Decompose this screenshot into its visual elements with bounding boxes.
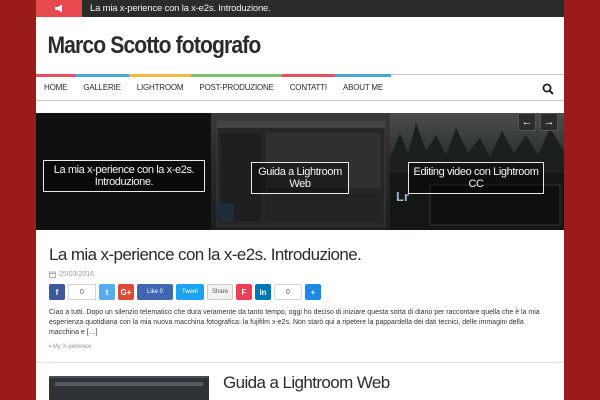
nav-item-contatti[interactable]: CONTATTI [281, 74, 335, 100]
slide-caption[interactable]: La mia x-perience con la x-e2s. Introduz… [43, 160, 205, 192]
post-title[interactable]: La mia x-perience con la x-e2s. Introduz… [49, 245, 554, 265]
more-share-icon[interactable]: + [305, 284, 321, 300]
nav-item-label: HOME [44, 83, 68, 92]
divider [36, 362, 564, 363]
post-category: ▪ My X-perience [49, 344, 554, 350]
slide-caption[interactable]: Guida a Lightroom Web [251, 162, 349, 194]
nav-item-label: POST-PRODUZIONE [199, 83, 274, 92]
next-arrow-icon[interactable]: → [540, 113, 558, 131]
nav-item-gallerie[interactable]: GALLERIE [75, 74, 129, 100]
prev-arrow-icon[interactable]: ← [518, 113, 536, 131]
news-ticker[interactable]: La mia x-perience con la x-e2s. Introduz… [90, 3, 271, 14]
nav-item-about-me[interactable]: ABOUT ME [334, 74, 391, 100]
linkedin-share-count: 0 [274, 284, 302, 300]
share-bar: f 0 t G+ Like 0 Tweet Share F in 0 + [49, 284, 554, 300]
site-title[interactable]: Marco Scotto fotografo [36, 17, 501, 74]
post-thumbnail[interactable] [49, 376, 209, 400]
post-article: La mia x-perience con la x-e2s. Introduz… [49, 245, 554, 350]
nav-item-home[interactable]: HOME [36, 74, 76, 100]
nav-item-label: GALLERIE [83, 83, 121, 92]
twitter-share-icon[interactable]: t [99, 284, 115, 300]
facebook-like-button[interactable]: Like 0 [137, 284, 173, 300]
page: La mia x-perience con la x-e2s. Introduz… [36, 0, 564, 400]
slide-editing-video[interactable]: Lr Editing video con Lightroom CC ← → [390, 113, 564, 230]
nav-item-label: LIGHTROOM [136, 83, 184, 92]
post-date: 25/03/2016 [49, 271, 554, 278]
tweet-button[interactable]: Tweet [176, 284, 204, 300]
google-share-button[interactable]: Share [207, 284, 233, 300]
google-plus-share-icon[interactable]: G+ [118, 284, 134, 300]
flipboard-share-icon[interactable]: F [236, 284, 252, 300]
facebook-share-count: 0 [68, 284, 96, 300]
nav-item-label: CONTATTI [289, 83, 327, 92]
folder-icon: ▪ [49, 344, 52, 350]
main-nav: HOME GALLERIE LIGHTROOM POST-PRODUZIONE … [36, 74, 564, 101]
nav-item-post-produzione[interactable]: POST-PRODUZIONE [191, 74, 282, 100]
slider-arrows: ← → [518, 113, 558, 131]
post-excerpt: Ciao a tutti. Dopo un silenzio telematic… [49, 309, 540, 336]
nav-item-label: ABOUT ME [342, 83, 383, 92]
search-icon[interactable] [542, 82, 554, 95]
megaphone-icon [36, 0, 82, 17]
post-title[interactable]: Guida a Lightroom Web [223, 373, 390, 393]
featured-slider: La mia x-perience con la x-e2s. Introduz… [36, 113, 564, 230]
facebook-share-icon[interactable]: f [49, 284, 65, 300]
post-date-text: 25/03/2016 [59, 271, 95, 278]
slide-caption[interactable]: Editing video con Lightroom CC [408, 162, 544, 194]
top-bar: La mia x-perience con la x-e2s. Introduz… [36, 0, 564, 17]
category-link[interactable]: My X-perience [53, 344, 92, 350]
calendar-icon [49, 271, 56, 278]
slide-lightroom-web[interactable]: Guida a Lightroom Web [211, 113, 390, 230]
linkedin-share-icon[interactable]: in [255, 284, 271, 300]
slide-xperience[interactable]: La mia x-perience con la x-e2s. Introduz… [36, 113, 211, 230]
nav-item-lightroom[interactable]: LIGHTROOM [128, 74, 192, 100]
